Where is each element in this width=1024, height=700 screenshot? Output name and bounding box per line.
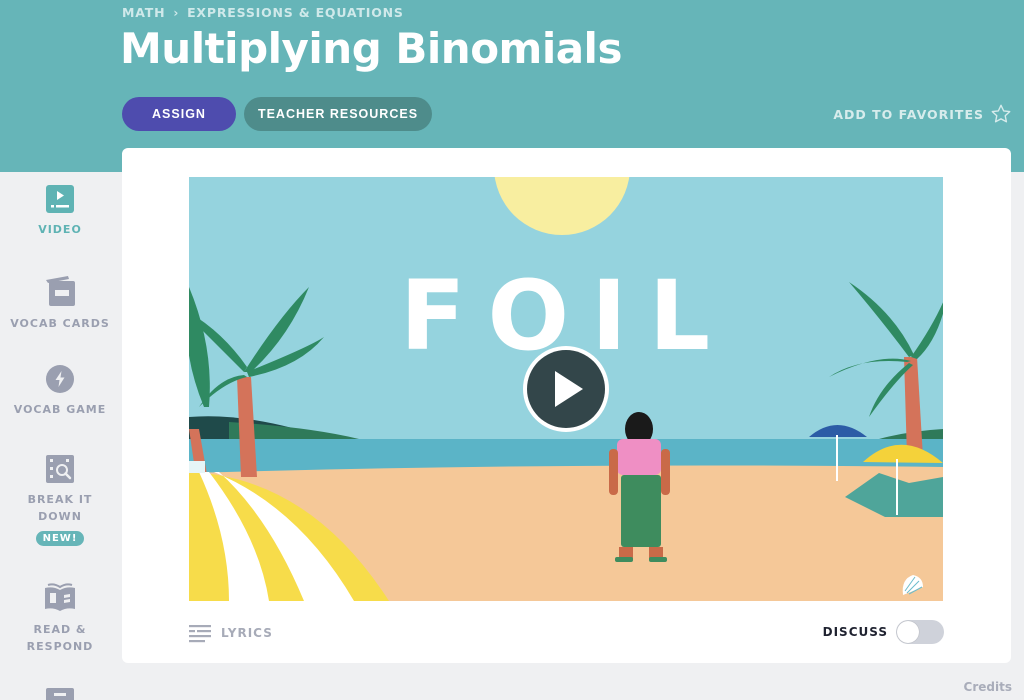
breadcrumb-math[interactable]: MATH (122, 5, 165, 20)
new-badge: NEW! (35, 531, 85, 546)
discuss-switch[interactable] (896, 620, 944, 644)
sidebar-item-read-respond[interactable]: READ & RESPOND (0, 583, 120, 655)
video-card: FOIL LYRICS DISCUSS (122, 148, 1011, 663)
discuss-toggle[interactable]: DISCUSS (823, 620, 944, 644)
sidebar: VIDEO VOCAB CARDS VOCAB GAME BREAK IT DO… (0, 172, 120, 700)
lightning-icon (46, 365, 74, 393)
sidebar-item-vocab-cards[interactable]: VOCAB CARDS (0, 275, 120, 332)
teacher-resources-button[interactable]: TEACHER RESOURCES (244, 97, 432, 131)
add-to-favorites-label: ADD TO FAVORITES (833, 106, 984, 122)
breadcrumb: MATH › EXPRESSIONS & EQUATIONS (122, 5, 404, 20)
add-to-favorites-button[interactable]: ADD TO FAVORITES (833, 103, 1012, 125)
video-thumbnail: FOIL (189, 177, 943, 601)
video-icon (46, 185, 74, 213)
play-button[interactable] (523, 346, 609, 432)
header: MATH › EXPRESSIONS & EQUATIONS Multiplyi… (0, 0, 1024, 172)
sidebar-item-vocab-game[interactable]: VOCAB GAME (0, 365, 120, 418)
lyrics-icon (189, 625, 211, 643)
sidebar-item-label: BREAK IT DOWN (27, 493, 93, 523)
page-title: Multiplying Binomials (120, 24, 622, 73)
chevron-right-icon: › (173, 5, 180, 20)
star-outline-icon (991, 104, 1011, 123)
discuss-label: DISCUSS (822, 625, 888, 639)
credits-link[interactable]: Credits (964, 680, 1012, 694)
sidebar-item-label: VOCAB CARDS (10, 317, 110, 330)
open-book-icon (45, 583, 75, 611)
sidebar-more-icon (46, 688, 74, 700)
sidebar-item-video[interactable]: VIDEO (0, 185, 120, 238)
breadcrumb-expressions[interactable]: EXPRESSIONS & EQUATIONS (187, 5, 404, 20)
sidebar-item-label: VOCAB GAME (13, 403, 107, 416)
break-it-down-icon (46, 455, 74, 483)
toggle-knob (897, 621, 919, 643)
sidebar-item-break-it-down[interactable]: BREAK IT DOWN NEW! (0, 455, 120, 546)
sidebar-item-label: VIDEO (38, 223, 82, 236)
assign-button[interactable]: ASSIGN (122, 97, 236, 131)
lyrics-label: LYRICS (221, 626, 273, 640)
sidebar-item-label: READ & RESPOND (26, 623, 94, 653)
lyrics-button[interactable]: LYRICS (189, 623, 273, 643)
sidebar-item-more[interactable] (0, 688, 120, 700)
video-player[interactable]: FOIL (189, 177, 943, 601)
vocab-cards-icon (46, 276, 75, 306)
